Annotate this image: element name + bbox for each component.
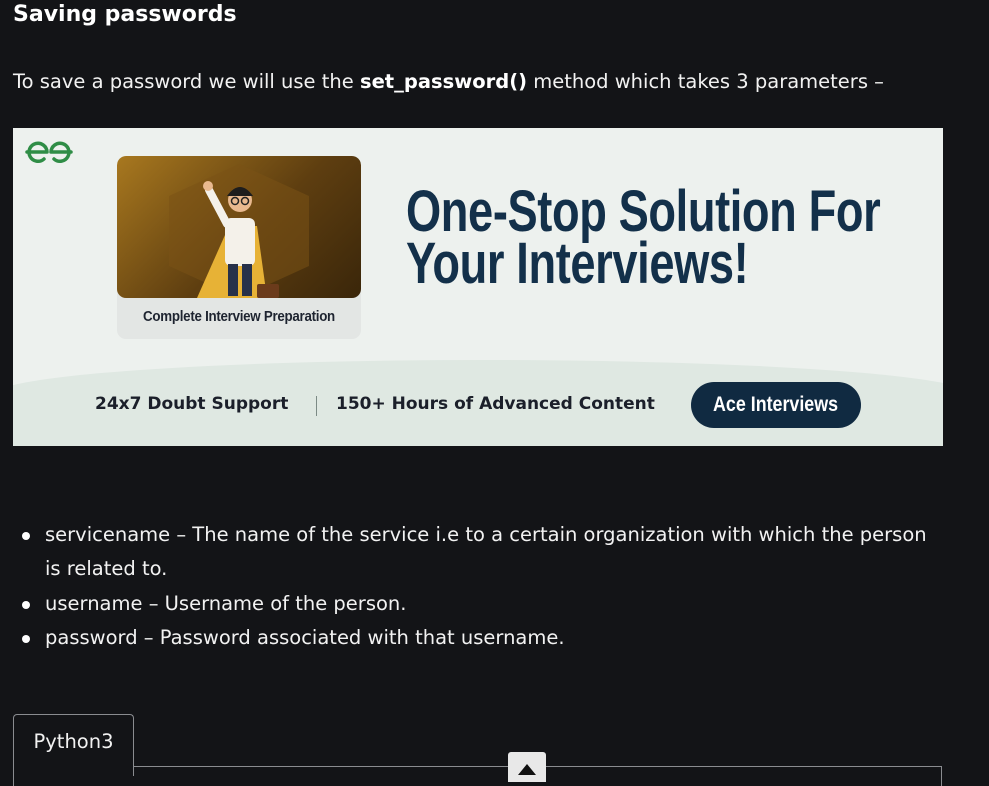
headline-line-2: Your Interviews! (406, 231, 749, 296)
list-item: username – Username of the person. (0, 587, 945, 621)
scroll-top-icon[interactable] (508, 752, 546, 782)
feature-content-hours: 150+ Hours of Advanced Content (336, 394, 655, 414)
param-servicename: servicename – The name of the service i.… (45, 523, 927, 580)
param-password: password – Password associated with that… (45, 626, 565, 649)
feature-divider (316, 396, 317, 416)
list-item: password – Password associated with that… (0, 621, 945, 655)
bullet-icon (22, 532, 30, 540)
card-caption: Complete Interview Preparation (143, 309, 335, 325)
code-block-frame (13, 766, 942, 786)
param-username: username – Username of the person. (45, 592, 407, 615)
tab-python3[interactable]: Python3 (13, 714, 134, 776)
parameter-list: servicename – The name of the service i.… (0, 518, 960, 655)
ace-interviews-button[interactable]: Ace Interviews (691, 382, 861, 428)
banner-headline: One-Stop Solution For Your Interviews! (406, 183, 881, 296)
gfg-logo-icon (25, 141, 73, 164)
cta-label: Ace Interviews (713, 393, 839, 416)
list-item: servicename – The name of the service i.… (0, 518, 945, 586)
tab-label: Python3 (33, 730, 114, 753)
bullet-icon (22, 635, 30, 643)
method-name: set_password() (359, 70, 528, 93)
course-banner[interactable]: Complete Interview Preparation One-Stop … (13, 128, 943, 446)
bullet-icon (22, 601, 30, 609)
intro-text-after: method which takes 3 parameters – (527, 70, 884, 93)
intro-text-before: To save a password we will use the (13, 70, 360, 93)
section-heading: Saving passwords (13, 2, 237, 27)
feature-doubt-support: 24x7 Doubt Support (95, 394, 289, 414)
mentor-illustration (117, 156, 361, 298)
intro-paragraph: To save a password we will use the set_p… (13, 70, 884, 93)
course-card: Complete Interview Preparation (117, 156, 361, 339)
